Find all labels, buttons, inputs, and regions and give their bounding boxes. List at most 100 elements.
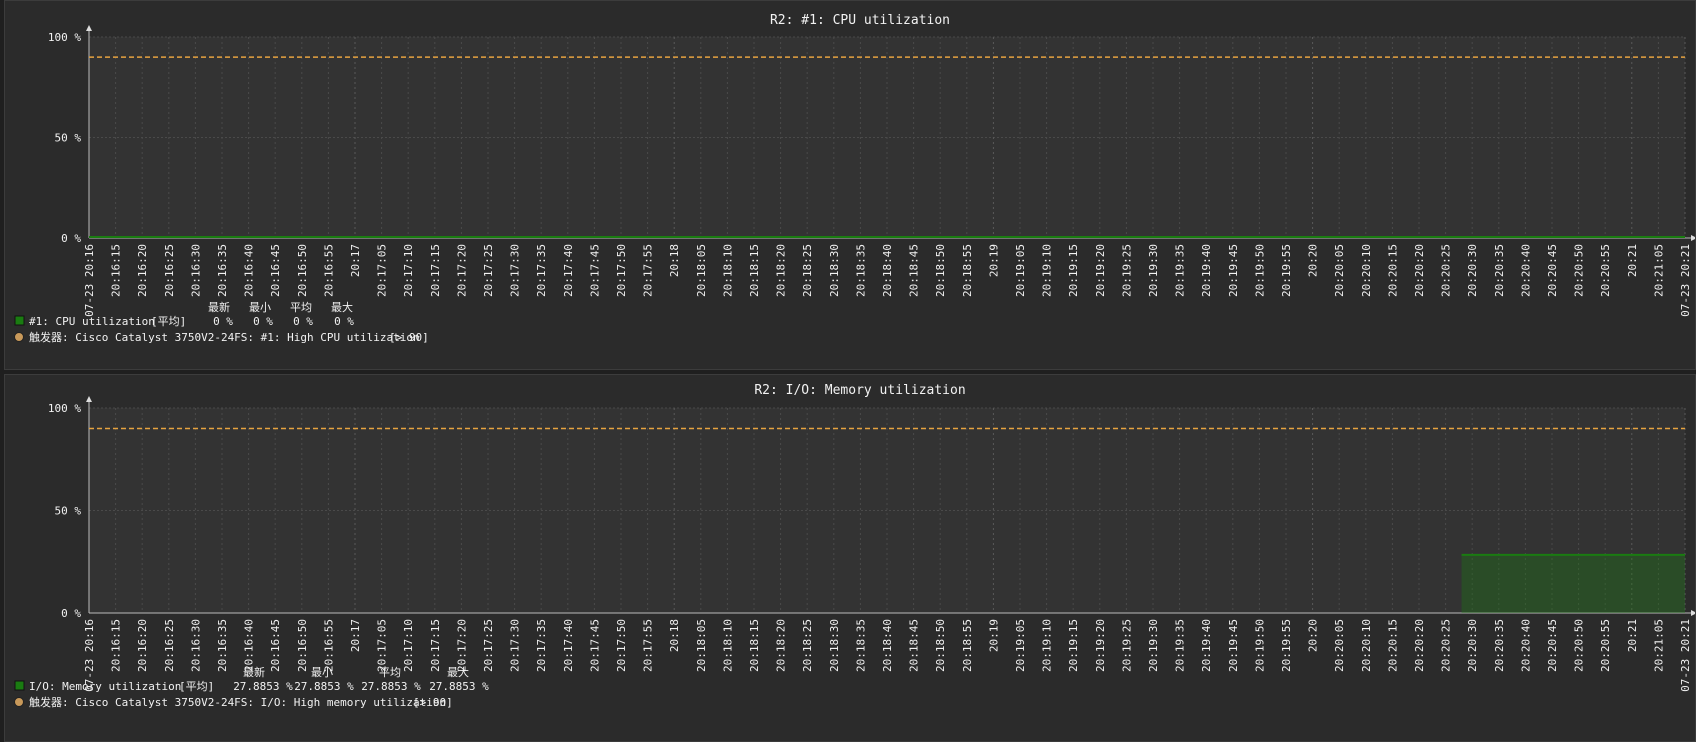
x-tick-label: 20:20 (1307, 619, 1320, 652)
x-tick-label: 20:17:15 (429, 619, 442, 672)
x-tick-label: 20:19:50 (1253, 244, 1266, 297)
x-tick-label: 20:17 (349, 619, 362, 652)
x-tick-label: 20:18:50 (934, 619, 947, 672)
x-tick-label: 20:16:30 (189, 619, 202, 672)
legend-value: 27.8853 % (361, 680, 421, 693)
x-tick-label: 20:20:45 (1546, 244, 1559, 297)
x-tick-label: 20:20:25 (1440, 244, 1453, 297)
legend-value: 0 % (293, 315, 313, 328)
x-tick-label: 20:18:35 (854, 619, 867, 672)
x-tick-label: 20:17:15 (429, 244, 442, 297)
legend-trigger-label: 触发器: Cisco Catalyst 3750V2-24FS: #1: Hig… (29, 330, 420, 344)
x-tick-label: 20:21:05 (1652, 619, 1665, 672)
memory-graph: R2: I/O: Memory utilization 100 % 50 % 0 %… (14, 383, 1695, 709)
legend-header: 最小 (311, 666, 333, 679)
x-tick-label: 20:18:10 (721, 619, 734, 672)
x-tick-label: 20:19:55 (1280, 244, 1293, 297)
x-tick-label: 20:17:05 (376, 619, 389, 672)
x-tick-label: 20:20:50 (1573, 244, 1586, 297)
legend-item-func: [平均] (151, 315, 186, 328)
x-tick-label: 20:18:45 (908, 619, 921, 672)
x-tick-label: 20:17:40 (562, 244, 575, 297)
x-tick-label: 20:20:25 (1440, 619, 1453, 672)
graph-title: R2: #1: CPU utilization (770, 13, 950, 28)
x-tick-label: 20:20:05 (1333, 619, 1346, 672)
x-tick-label: 20:19:20 (1094, 619, 1107, 672)
x-tick-label: 20:19:10 (1041, 244, 1054, 297)
legend-color-swatch (14, 680, 25, 691)
x-tick-label: 20:19:05 (1014, 244, 1027, 297)
x-tick-label: 20:19:50 (1253, 619, 1266, 672)
x-tick-label: 20:17:20 (455, 619, 468, 672)
y-tick-label: 0 % (61, 607, 81, 620)
x-tick-label: 20:18:30 (828, 619, 841, 672)
legend-value: 0 % (253, 315, 273, 328)
x-tick-label: 20:16:30 (189, 244, 202, 297)
legend-color-swatch (14, 315, 25, 326)
x-tick-label: 20:16:35 (216, 619, 229, 672)
x-tick-label: 20:19:35 (1174, 619, 1187, 672)
y-tick-label: 50 % (55, 132, 82, 145)
x-tick-label: 20:17 (349, 244, 362, 277)
x-tick-label: 20:20:50 (1573, 619, 1586, 672)
x-tick-label: 20:18 (668, 244, 681, 277)
x-tick-label: 20:17:50 (615, 244, 628, 297)
x-tick-label: 20:18:15 (748, 244, 761, 297)
x-tick-label: 20:19:05 (1014, 619, 1027, 672)
x-tick-label: 20:21 (1626, 244, 1639, 277)
x-tick-label: 20:18:05 (695, 619, 708, 672)
x-tick-label: 20:20:55 (1599, 619, 1612, 672)
x-tick-label: 20:19 (987, 619, 1000, 652)
x-tick-label: 20:17:35 (535, 619, 548, 672)
legend-header: 平均 (379, 666, 401, 679)
x-tick-label: 20:20:30 (1466, 619, 1479, 672)
x-tick-label: 20:17:20 (455, 244, 468, 297)
y-tick-label: 0 % (61, 232, 81, 245)
x-tick-label: 20:17:05 (376, 244, 389, 297)
x-tick-label: 20:20:15 (1386, 244, 1399, 297)
x-tick-label: 20:17:50 (615, 619, 628, 672)
x-tick-label: 20:18:15 (748, 619, 761, 672)
y-axis-arrow-icon (86, 25, 92, 31)
legend-item-name: I/O: Memory utilization (29, 680, 181, 693)
x-tick-label: 20:20:10 (1360, 619, 1373, 672)
x-tick-label: 20:19:25 (1120, 244, 1133, 297)
x-tick-label: 20:16:15 (110, 619, 123, 672)
x-tick-label: 20:18:10 (721, 244, 734, 297)
memory-graph-panel: R2: I/O: Memory utilization 100 % 50 % 0 %… (4, 374, 1696, 742)
legend-value: 0 % (213, 315, 233, 328)
x-tick-label: 20:20:15 (1386, 619, 1399, 672)
x-axis-arrow-icon (1691, 610, 1695, 616)
x-tick-label: 20:17:25 (482, 244, 495, 297)
y-tick-label: 100 % (48, 402, 81, 415)
series-area (1461, 555, 1685, 613)
x-tick-label: 20:17:30 (509, 619, 522, 672)
x-tick-label: 20:18 (668, 619, 681, 652)
legend-item-name: #1: CPU utilization (29, 315, 155, 328)
x-tick-label: 20:16:50 (296, 244, 309, 297)
x-tick-label: 20:20:40 (1519, 244, 1532, 297)
x-tick-label: 20:20 (1307, 244, 1320, 277)
x-tick-label: 20:16:45 (269, 244, 282, 297)
y-axis-arrow-icon (86, 396, 92, 402)
x-tick-label: 20:16:40 (243, 619, 256, 672)
graph-title: R2: I/O: Memory utilization (754, 383, 965, 398)
x-tick-label: 20:16:35 (216, 244, 229, 297)
x-tick-label: 20:16:15 (110, 244, 123, 297)
x-tick-label: 20:19 (987, 244, 1000, 277)
x-tick-label: 20:18:25 (801, 619, 814, 672)
x-tick-label: 20:16:25 (163, 244, 176, 297)
legend-header: 最新 (243, 665, 265, 679)
x-tick-label: 20:20:10 (1360, 244, 1373, 297)
x-tick-label: 20:20:35 (1493, 244, 1506, 297)
x-tick-label: 20:20:55 (1599, 244, 1612, 297)
x-tick-label: 20:17:10 (402, 244, 415, 297)
x-tick-label: 20:17:55 (642, 244, 655, 297)
x-tick-label: 20:20:35 (1493, 619, 1506, 672)
y-tick-label: 50 % (55, 505, 82, 518)
x-tick-label: 20:19:20 (1094, 244, 1107, 297)
legend-value: 0 % (334, 315, 354, 328)
x-tick-label: 20:16:40 (243, 244, 256, 297)
x-tick-label: 20:18:35 (854, 244, 867, 297)
legend-value: 27.8853 % (429, 680, 489, 693)
